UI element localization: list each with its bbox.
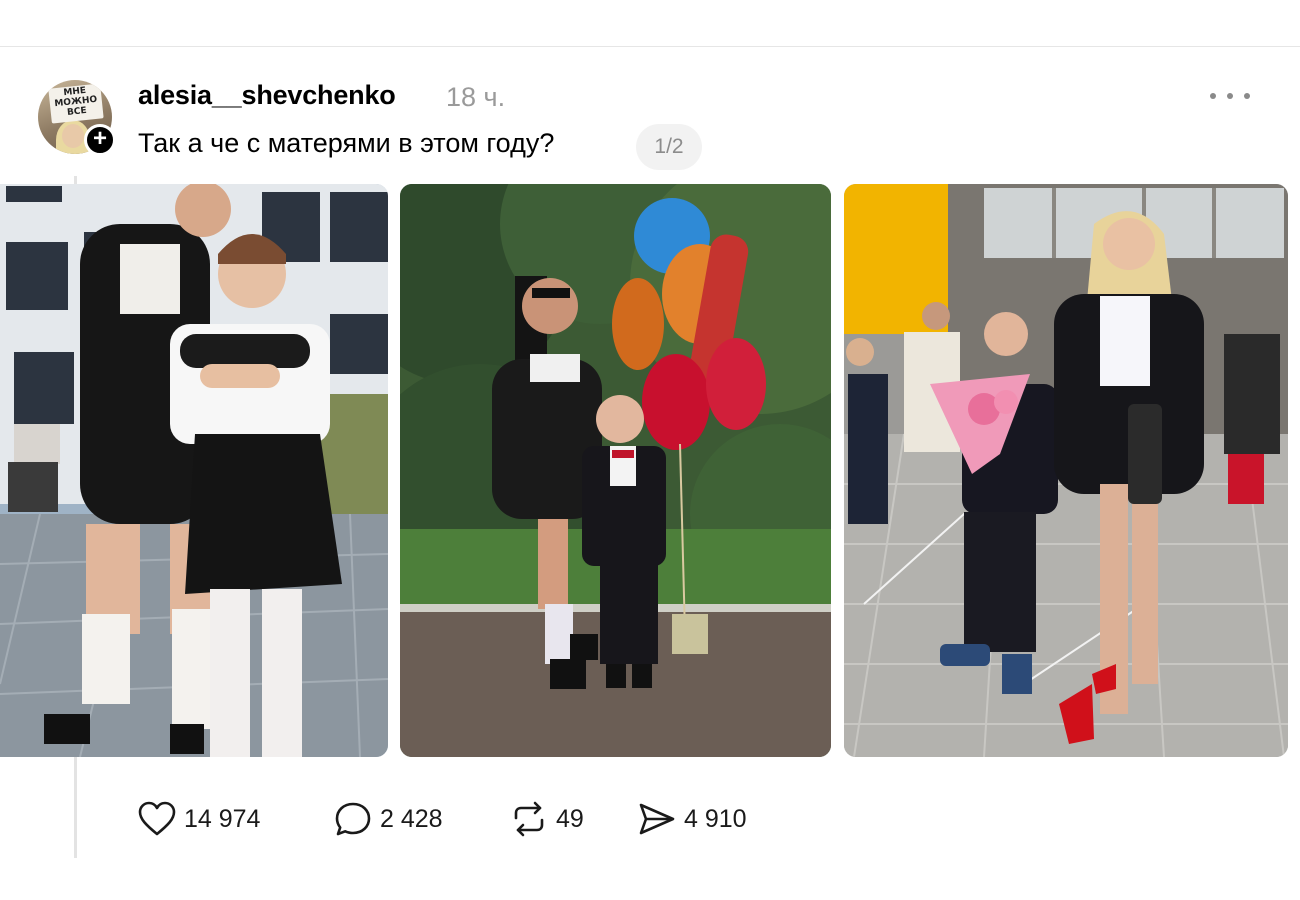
more-dot xyxy=(1244,93,1250,99)
username[interactable]: alesia__shevchenko xyxy=(138,80,396,111)
avatar-sign-text: МНЕ МОЖНО ВСЕ xyxy=(48,83,104,124)
top-divider xyxy=(0,46,1300,47)
comment-button[interactable]: 2 428 xyxy=(334,798,443,840)
speech-bubble-icon xyxy=(335,802,371,836)
post-photo-2[interactable] xyxy=(400,184,831,757)
page-indicator: 1/2 xyxy=(636,124,702,170)
more-options-button[interactable] xyxy=(1210,82,1250,110)
post-photo-1[interactable] xyxy=(0,184,388,757)
like-count: 14 974 xyxy=(184,804,261,833)
repost-button[interactable]: 49 xyxy=(510,798,584,840)
avatar-face xyxy=(62,124,84,148)
repost-count: 49 xyxy=(556,804,584,833)
heart-icon xyxy=(138,801,176,836)
follow-plus-icon[interactable]: + xyxy=(84,124,116,156)
paper-plane-icon xyxy=(639,803,675,835)
post-photo-3[interactable] xyxy=(844,184,1288,757)
post-timestamp[interactable]: 18 ч. xyxy=(446,82,505,113)
more-dot xyxy=(1227,93,1233,99)
comment-count: 2 428 xyxy=(380,804,443,833)
like-button[interactable]: 14 974 xyxy=(138,798,260,840)
more-dot xyxy=(1210,93,1216,99)
post-text: Так а че с матерями в этом году? xyxy=(138,128,555,158)
share-button[interactable]: 4 910 xyxy=(638,798,747,840)
share-count: 4 910 xyxy=(684,804,747,833)
repost-arrows-icon xyxy=(514,801,544,837)
